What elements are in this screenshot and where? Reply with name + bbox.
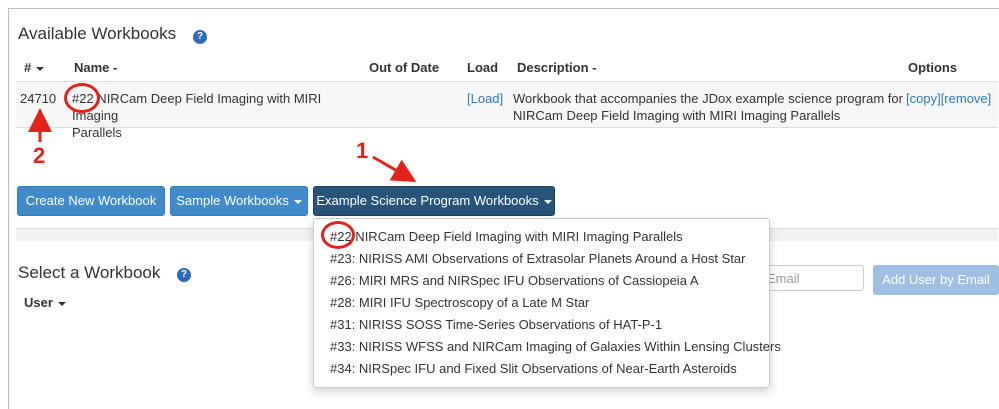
- arrow-to-dropdown: [372, 155, 417, 182]
- annotation-arrows: [28, 108, 417, 182]
